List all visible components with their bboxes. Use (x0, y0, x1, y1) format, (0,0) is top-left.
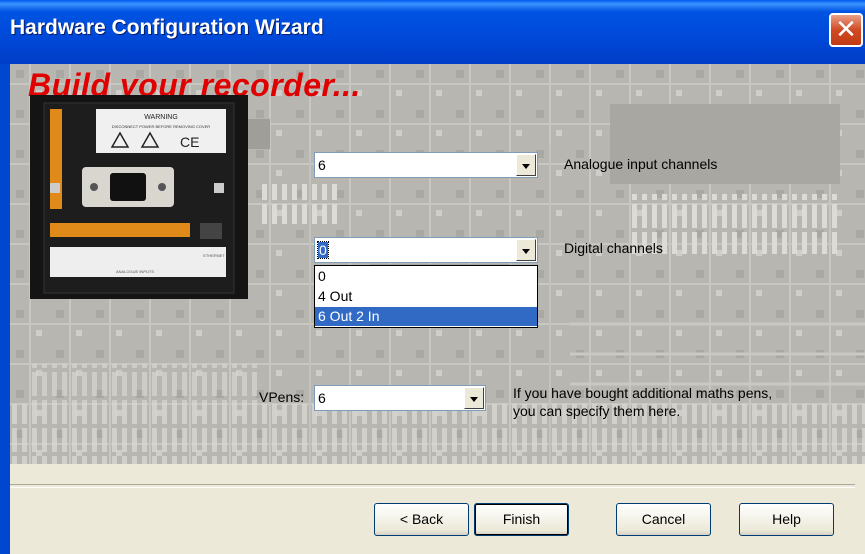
chevron-down-icon[interactable] (464, 387, 484, 409)
close-button[interactable]: ✕ (829, 13, 863, 47)
digital-channels-label: Digital channels (564, 240, 663, 256)
window-title: Hardware Configuration Wizard (10, 16, 324, 39)
vpens-value: 6 (318, 390, 326, 406)
vpens-help-line-2: you can specify them here. (513, 403, 681, 419)
chevron-down-icon[interactable] (516, 239, 536, 261)
vpens-help-text: If you have bought additional maths pens… (513, 384, 772, 420)
dropdown-option-highlighted[interactable]: 6 Out 2 In (315, 307, 537, 326)
title-bar[interactable]: Hardware Configuration Wizard ✕ (0, 0, 865, 64)
vpens-help-line-1: If you have bought additional maths pens… (513, 385, 773, 401)
wizard-window: Hardware Configuration Wizard ✕ Build yo… (0, 0, 865, 554)
chevron-down-icon[interactable] (516, 154, 536, 176)
digital-channels-dropdown[interactable]: 0 4 Out 6 Out 2 In (314, 265, 538, 328)
cancel-button[interactable]: Cancel (616, 503, 711, 536)
recorder-rear-photo: WARNING DISCONNECT POWER BEFORE REMOVING… (30, 95, 248, 299)
finish-button[interactable]: Finish (474, 503, 569, 536)
analogue-channels-label: Analogue input channels (564, 156, 718, 172)
vpens-select[interactable]: 6 (314, 385, 486, 411)
analogue-channels-select[interactable]: 6 (314, 152, 538, 178)
warning-title: WARNING (144, 114, 178, 121)
dropdown-option[interactable]: 0 (315, 267, 537, 286)
digital-channels-value: 0 (317, 241, 329, 259)
digital-channels-select[interactable]: 0 (314, 237, 538, 263)
analogue-channels-value: 6 (318, 157, 326, 173)
back-button[interactable]: < Back (374, 503, 469, 536)
warning-text: DISCONNECT POWER BEFORE REMOVING COVER (112, 124, 210, 129)
ce-mark: CE (180, 134, 199, 150)
ethernet-label: ETHERNET (203, 253, 225, 258)
vpens-label: VPens: (259, 389, 305, 405)
window-left-border (0, 64, 10, 554)
dropdown-option[interactable]: 4 Out (315, 287, 537, 306)
analogue-inputs-label: ANALOGUE INPUTS (116, 269, 154, 274)
close-icon: ✕ (835, 15, 857, 45)
footer-divider (10, 484, 855, 488)
help-button[interactable]: Help (739, 503, 834, 536)
